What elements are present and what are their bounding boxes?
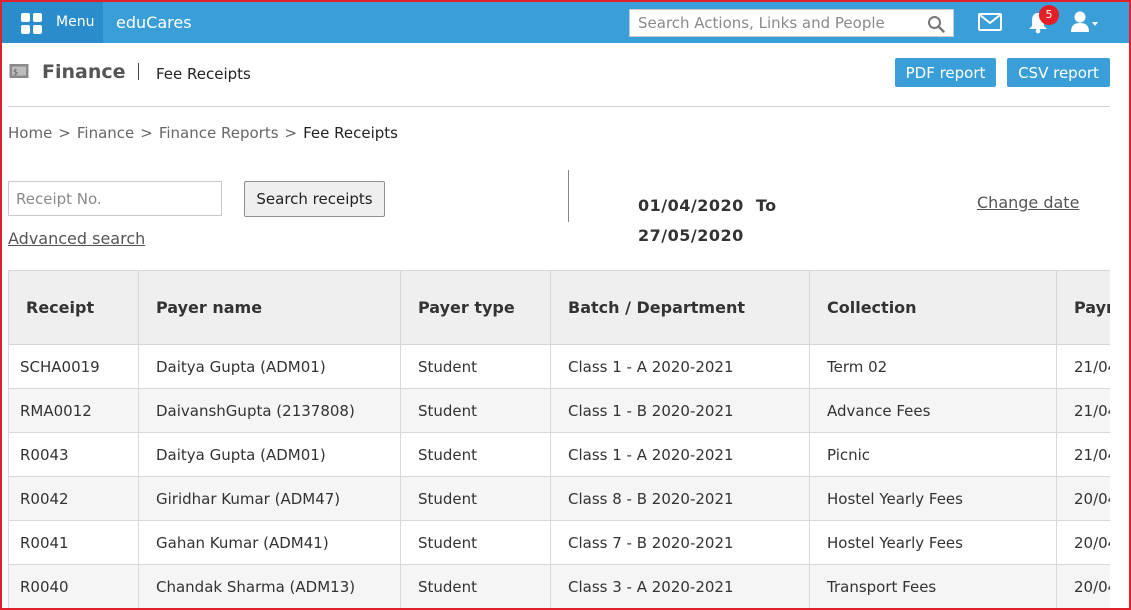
- breadcrumb-finance[interactable]: Finance: [77, 124, 134, 142]
- table-row[interactable]: SCHA0019 Daitya Gupta (ADM01) Student Cl…: [8, 344, 1110, 389]
- collection-cell: Advance Fees: [809, 388, 1057, 433]
- payer-name-cell: Daitya Gupta (ADM01): [138, 344, 401, 389]
- date-range: 01/04/2020 To 27/05/2020: [638, 191, 777, 251]
- payment-date-cell: 21/04/2020: [1056, 388, 1110, 433]
- money-icon: $: [9, 64, 29, 78]
- payment-date-cell: 20/04/2020: [1056, 520, 1110, 565]
- payer-type-cell: Student: [400, 388, 551, 433]
- column-header[interactable]: Collection: [809, 270, 1057, 345]
- payer-name-cell: Daitya Gupta (ADM01): [138, 432, 401, 477]
- date-to: 27/05/2020: [638, 226, 744, 245]
- receipt-cell[interactable]: R0042: [8, 476, 139, 521]
- column-header[interactable]: Batch / Department: [550, 270, 810, 345]
- column-header[interactable]: Payment date: [1056, 270, 1110, 345]
- payer-type-cell: Student: [400, 344, 551, 389]
- collection-cell: Hostel Yearly Fees: [809, 476, 1057, 521]
- breadcrumb-current: Fee Receipts: [303, 124, 398, 142]
- table-row[interactable]: RMA0012 DaivanshGupta (2137808) Student …: [8, 388, 1110, 433]
- receipts-table: Receipt Payer name Payer type Batch / De…: [8, 270, 1110, 608]
- collection-cell: Picnic: [809, 432, 1057, 477]
- mail-icon[interactable]: [978, 13, 1002, 31]
- payment-date-cell: 20/04/2020: [1056, 476, 1110, 521]
- payer-type-cell: Student: [400, 476, 551, 521]
- batch-cell: Class 1 - A 2020-2021: [550, 432, 810, 477]
- receipts-table-container[interactable]: Receipt Payer name Payer type Batch / De…: [8, 270, 1110, 608]
- payer-name-cell: Giridhar Kumar (ADM47): [138, 476, 401, 521]
- table-header-row: Receipt Payer name Payer type Batch / De…: [8, 270, 1110, 345]
- breadcrumb-separator: >: [58, 124, 71, 142]
- csv-report-button[interactable]: CSV report: [1007, 58, 1110, 87]
- payment-date-cell: 21/04/2020: [1056, 432, 1110, 477]
- global-search-input[interactable]: [630, 10, 920, 36]
- table-row[interactable]: R0042 Giridhar Kumar (ADM47) Student Cla…: [8, 476, 1110, 521]
- advanced-search-link[interactable]: Advanced search: [8, 229, 145, 248]
- payer-type-cell: Student: [400, 520, 551, 565]
- filter-divider: [568, 170, 569, 222]
- receipt-cell[interactable]: RMA0012: [8, 388, 139, 433]
- brand-link[interactable]: eduCares: [116, 13, 192, 32]
- global-search: [629, 9, 954, 37]
- column-header[interactable]: Payer name: [138, 270, 401, 345]
- menu-button[interactable]: Menu: [2, 2, 103, 43]
- menu-label: Menu: [56, 14, 95, 30]
- breadcrumb-separator: >: [284, 124, 298, 142]
- grid-menu-icon: [21, 13, 43, 35]
- batch-cell: Class 7 - B 2020-2021: [550, 520, 810, 565]
- receipt-cell[interactable]: R0040: [8, 564, 139, 608]
- column-header[interactable]: Receipt: [8, 270, 139, 345]
- payment-date-cell: 21/04/2020: [1056, 344, 1110, 389]
- breadcrumb-separator: >: [140, 124, 153, 142]
- batch-cell: Class 8 - B 2020-2021: [550, 476, 810, 521]
- payer-name-cell: DaivanshGupta (2137808): [138, 388, 401, 433]
- column-header[interactable]: Payer type: [400, 270, 551, 345]
- breadcrumb-finance-reports[interactable]: Finance Reports: [159, 124, 279, 142]
- payer-type-cell: Student: [400, 564, 551, 608]
- receipt-number-input[interactable]: [8, 181, 222, 216]
- date-to-word: To: [755, 196, 777, 215]
- receipt-cell[interactable]: R0041: [8, 520, 139, 565]
- pdf-report-button[interactable]: PDF report: [895, 58, 996, 87]
- batch-cell: Class 3 - A 2020-2021: [550, 564, 810, 608]
- top-navbar: Menu eduCares 5: [0, 0, 1131, 43]
- change-date-link[interactable]: Change date: [977, 193, 1079, 212]
- collection-cell: Hostel Yearly Fees: [809, 520, 1057, 565]
- receipt-cell[interactable]: R0043: [8, 432, 139, 477]
- title-divider: [138, 63, 139, 80]
- collection-cell: Transport Fees: [809, 564, 1057, 608]
- payment-date-cell: 20/04/2020: [1056, 564, 1110, 608]
- batch-cell: Class 1 - B 2020-2021: [550, 388, 810, 433]
- collection-cell: Term 02: [809, 344, 1057, 389]
- user-icon[interactable]: [1070, 10, 1100, 34]
- receipt-cell[interactable]: SCHA0019: [8, 344, 139, 389]
- date-from: 01/04/2020: [638, 196, 744, 215]
- breadcrumb-home[interactable]: Home: [8, 124, 52, 142]
- page-subtitle: Fee Receipts: [156, 65, 251, 83]
- payer-name-cell: Chandak Sharma (ADM13): [138, 564, 401, 608]
- page-title: Finance: [42, 61, 126, 83]
- payer-type-cell: Student: [400, 432, 551, 477]
- breadcrumb: Home > Finance > Finance Reports > Fee Receipt…: [8, 124, 398, 142]
- search-icon[interactable]: [927, 15, 945, 33]
- batch-cell: Class 1 - A 2020-2021: [550, 344, 810, 389]
- header-divider: [8, 106, 1110, 107]
- table-row[interactable]: R0043 Daitya Gupta (ADM01) Student Class…: [8, 432, 1110, 477]
- search-receipts-button[interactable]: Search receipts: [244, 181, 385, 217]
- table-row[interactable]: R0041 Gahan Kumar (ADM41) Student Class …: [8, 520, 1110, 565]
- svg-text:$: $: [13, 68, 18, 77]
- table-row[interactable]: R0040 Chandak Sharma (ADM13) Student Cla…: [8, 564, 1110, 608]
- payer-name-cell: Gahan Kumar (ADM41): [138, 520, 401, 565]
- notification-badge: 5: [1039, 5, 1059, 25]
